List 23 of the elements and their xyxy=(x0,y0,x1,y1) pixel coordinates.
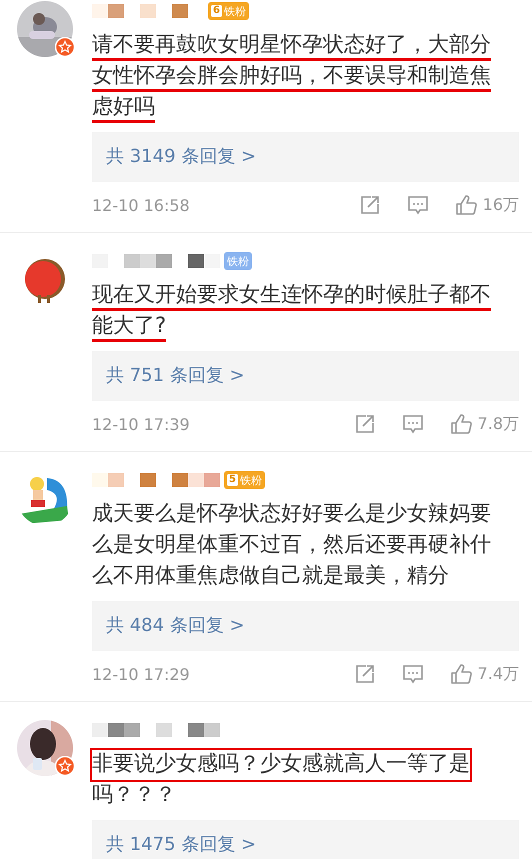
comment-text: 吗？？？ xyxy=(92,781,176,808)
comment-text: 成天要么是怀孕状态好好要么是少女辣妈要 xyxy=(92,500,491,527)
timestamp: 12-10 17:39 xyxy=(92,414,191,434)
like-count: 16万 xyxy=(482,194,519,216)
timestamp: 12-10 17:29 xyxy=(92,664,191,684)
comment-text: 么不用体重焦虑做自己就是最美，精分 xyxy=(92,562,449,589)
replies-link[interactable]: 共 3149 条回复 > xyxy=(92,132,519,182)
comment-text: 现在又开始要求女生连怀孕的时候肚子都不 xyxy=(92,281,491,311)
replies-link[interactable]: 共 484 条回复 > xyxy=(92,601,519,651)
fan-badge: 6 铁粉 xyxy=(208,2,249,20)
timestamp: 12-10 16:58 xyxy=(92,196,191,214)
comment-text: 虑好吗 xyxy=(92,93,155,123)
comment-text: 请不要再鼓吹女明星怀孕状态好了，大部分 xyxy=(92,31,491,61)
like-count: 7.8万 xyxy=(478,414,519,434)
replies-link[interactable]: 共 751 条回复 > xyxy=(92,351,519,401)
replies-link[interactable]: 共 1475 条回复 > xyxy=(92,820,519,859)
comment-text: 能大了? xyxy=(92,312,166,342)
like-count: 7.4万 xyxy=(478,664,519,684)
fan-badge: 铁粉 xyxy=(224,252,252,270)
fan-badge: 5 铁粉 xyxy=(224,471,265,489)
comment-text: 非要说少女感吗？少女感就高人一等了是 xyxy=(92,750,470,780)
comment-text: 女性怀孕会胖会肿好吗，不要误导和制造焦 xyxy=(92,62,491,92)
comment-text: 么是女明星体重不过百，然后还要再硬补什 xyxy=(92,531,491,558)
